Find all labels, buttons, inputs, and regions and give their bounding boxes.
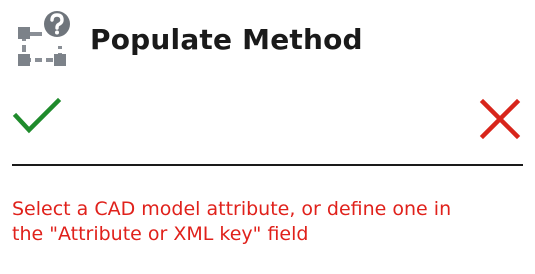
divider <box>12 164 523 166</box>
error-message: Select a CAD model attribute, or define … <box>12 198 452 245</box>
close-icon <box>479 98 521 140</box>
header: Populate Method <box>12 10 363 68</box>
checkmark-icon <box>12 97 62 134</box>
page-title: Populate Method <box>90 22 363 56</box>
populate-method-icon <box>18 11 70 66</box>
confirm-button[interactable] <box>12 96 62 138</box>
cancel-button[interactable] <box>477 96 523 142</box>
